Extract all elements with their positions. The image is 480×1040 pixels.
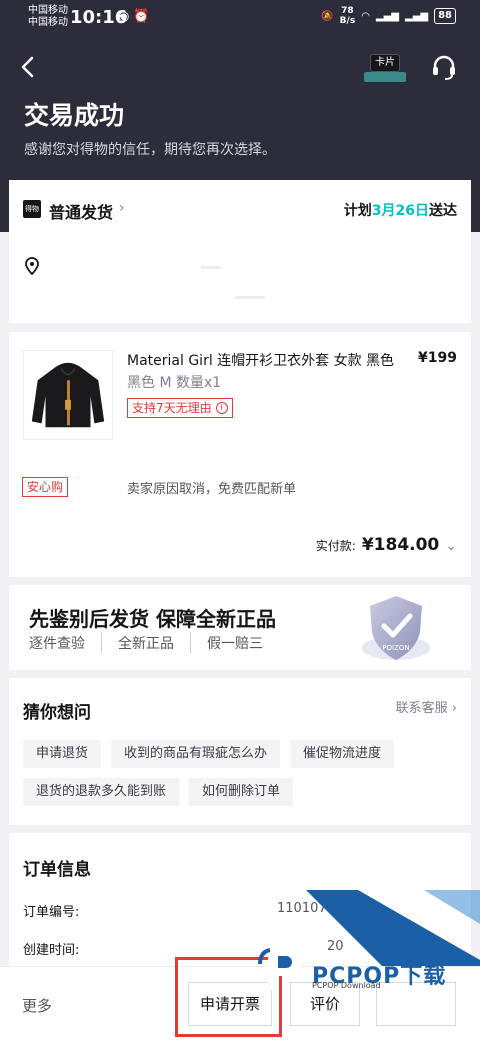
order-info-title: 订单信息 [23,860,91,880]
faq-chip[interactable]: 如何删除订单 [189,778,294,806]
anxin-tag: 安心购 [22,477,69,497]
carrier-2: 中国移动 [28,17,68,28]
more-button[interactable]: 更多 [22,995,52,1016]
customer-service-icon[interactable] [430,54,458,82]
promo-item: 假一赔三 [190,633,279,653]
authenticity-promo: 先鉴别后发货 保障全新正品 逐件查验 全新正品 假一赔三 POIZON [9,585,471,670]
promo-title: 先鉴别后发货 保障全新正品 [29,607,276,631]
contact-service-label: 联系客服 [395,701,448,716]
dewu-logo-icon: 得物 [23,200,41,218]
product-price: ¥199 [418,350,457,366]
plan-date: 3月26日 [371,203,429,219]
shipping-method[interactable]: 普通发货 [49,199,113,223]
back-arrow-icon[interactable] [18,55,38,79]
faq-card: 猜你想问 联系客服 › 申请退货 收到的商品有瑕疵怎么办 催促物流进度 退货的退… [9,678,471,825]
contact-service-link[interactable]: 联系客服 › [396,697,457,716]
page-subtitle: 感谢您对得物的信任，期待您再次选择。 [24,142,276,158]
plan-suffix: 送达 [429,203,457,219]
signal-icon-2: ▂▄▆ [405,10,429,22]
chevron-down-icon: ⌄ [445,538,457,554]
product-image[interactable] [23,350,113,440]
carrier-1: 中国移动 [28,5,68,16]
faq-title: 猜你想问 [23,703,91,723]
signal-icon-1: ▂▄▆ [375,10,399,22]
faq-chip[interactable]: 申请退货 [23,740,102,768]
card-base [364,72,406,82]
page-title: 交易成功 [24,101,125,130]
address-redacted [201,266,221,269]
info-icon: i [215,402,228,414]
card-button[interactable]: 卡片 [364,54,406,86]
faq-chip[interactable]: 收到的商品有瑕疵怎么办 [111,740,281,768]
promo-item: 全新正品 [101,633,190,653]
watermark-subtext: PCPOP Download [312,981,381,990]
location-pin-icon [25,257,39,275]
paid-amount: ¥184.00 [361,535,440,555]
alarm-icon: ⏰ [133,9,154,24]
faq-chips: 申请退货 收到的商品有瑕疵怎么办 催促物流进度 退货的退款多久能到账 如何删除订… [23,740,453,806]
faq-chip[interactable]: 催促物流进度 [290,740,395,768]
return-policy-label: 支持7天无理由 [132,401,212,415]
carrier-info: 中国移动 中国移动 [28,5,68,29]
pcpop-logo-icon [258,948,302,990]
shield-text: POIZON [382,644,409,652]
poizon-shield-icon: POIZON [362,596,430,660]
mute-icon: 🔕 [321,10,334,22]
order-number-label: 订单编号: [23,905,80,920]
return-policy-badge[interactable]: 支持7天无理由 i [127,398,233,418]
net-speed: 78 B/s [340,6,356,26]
eye-icon: ◉ [118,9,134,24]
hoodie-image-icon [31,362,105,428]
promo-items: 逐件查验 全新正品 假一赔三 [29,633,279,653]
created-time-label: 创建时间: [23,943,80,958]
cancel-note: 卖家原因取消，免费匹配新单 [127,482,297,497]
card-label: 卡片 [370,54,400,72]
status-icons-left: ◉⏰ [118,9,154,24]
net-speed-value: 78 [341,6,354,16]
chevron-right-icon[interactable]: › [119,200,125,216]
promo-item: 逐件查验 [29,636,85,652]
plan-prefix: 计划 [343,203,372,219]
product-spec: 黑色 M 数量x1 [127,375,222,391]
paid-amount-row[interactable]: 实付款: ¥184.00 ⌄ [316,535,457,555]
delivery-plan: 计划3月26日送达 [344,200,457,220]
shipping-card: 得物 普通发货 › 计划3月26日送达 [9,180,471,323]
faq-chip[interactable]: 退货的退款多久能到账 [23,778,180,806]
address-redacted-2 [235,296,265,299]
product-name[interactable]: Material Girl 连帽开衫卫衣外套 女款 黑色 [127,350,394,370]
paid-label: 实付款: [315,539,356,553]
status-icons-right: 🔕 78 B/s ◠ ▂▄▆ ▂▄▆ 88 [321,6,456,26]
status-bar: 中国移动 中国移动 10:16 ◉⏰ 🔕 78 B/s ◠ ▂▄▆ ▂▄▆ 88 [0,0,480,34]
wifi-icon: ◠ [361,10,370,22]
product-card: Material Girl 连帽开衫卫衣外套 女款 黑色 ¥199 黑色 M 数… [9,332,471,577]
net-speed-unit: B/s [339,16,356,26]
battery-icon: 88 [434,8,456,24]
